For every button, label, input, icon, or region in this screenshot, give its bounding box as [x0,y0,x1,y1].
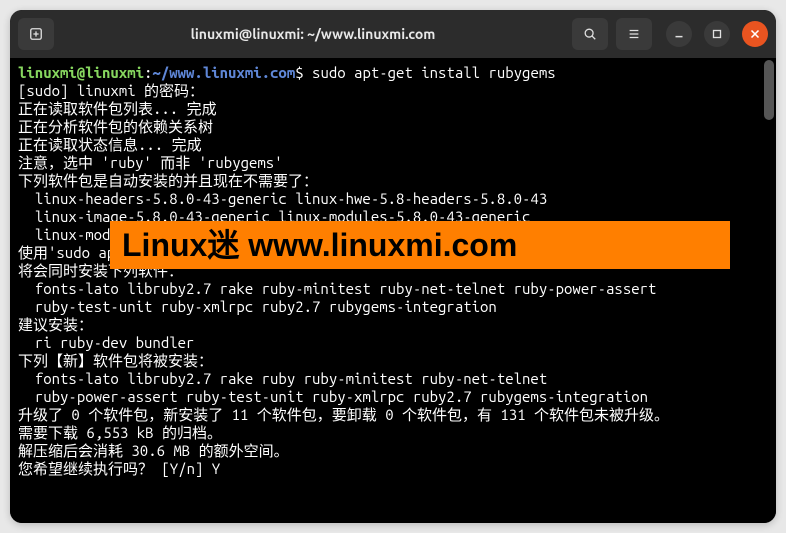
watermark-text: Linux迷 www.linuxmi.com [122,236,517,254]
output-line: 升级了 0 个软件包，新安装了 11 个软件包，要卸载 0 个软件包，有 131… [18,406,768,424]
output-line: 需要下载 6,553 kB 的归档。 [18,424,768,442]
window-title: linuxmi@linuxmi: ~/www.linuxmi.com [62,26,564,42]
output-line: ruby-test-unit ruby-xmlrpc ruby2.7 rubyg… [18,298,768,316]
output-line: fonts-lato libruby2.7 rake ruby ruby-min… [18,370,768,388]
terminal-window: linuxmi@linuxmi: ~/www.linuxmi.com [10,10,776,523]
output-line: 解压缩后会消耗 30.6 MB 的额外空间。 [18,442,768,460]
output-line: 建议安装： [18,316,768,334]
output-line: 下列【新】软件包将被安装： [18,352,768,370]
terminal-body[interactable]: linuxmi@linuxmi:~/www.linuxmi.com$ sudo … [10,58,776,523]
scrollbar[interactable] [764,60,774,120]
new-tab-button[interactable] [18,18,54,50]
output-line: 正在读取状态信息... 完成 [18,136,768,154]
menu-button[interactable] [616,18,652,50]
output-line: 正在读取软件包列表... 完成 [18,100,768,118]
output-line: 下列软件包是自动安装的并且现在不需要了： [18,172,768,190]
minimize-button[interactable] [666,21,692,47]
output-line: ruby-power-assert ruby-test-unit ruby-xm… [18,388,768,406]
close-button[interactable] [742,21,768,47]
titlebar: linuxmi@linuxmi: ~/www.linuxmi.com [10,10,776,58]
output-line: [sudo] linuxmi 的密码： [18,82,768,100]
watermark-overlay: Linux迷 www.linuxmi.com [110,221,730,269]
prompt-line: linuxmi@linuxmi:~/www.linuxmi.com$ sudo … [18,64,768,82]
maximize-button[interactable] [704,21,730,47]
output-line: 您希望继续执行吗？ [Y/n] Y [18,460,768,478]
prompt-dollar: $ [295,64,312,81]
command-text: sudo apt-get install rubygems [312,64,556,81]
output-line: fonts-lato libruby2.7 rake ruby-minitest… [18,280,768,298]
search-button[interactable] [572,18,608,50]
window-controls [666,21,768,47]
output-line: ri ruby-dev bundler [18,334,768,352]
output-line: 注意，选中 'ruby' 而非 'rubygems' [18,154,768,172]
prompt-path: ~/www.linuxmi.com [152,64,295,81]
output-line: linux-headers-5.8.0-43-generic linux-hwe… [18,190,768,208]
prompt-user-host: linuxmi@linuxmi [18,64,144,81]
output-line: 正在分析软件包的依赖关系树 [18,118,768,136]
